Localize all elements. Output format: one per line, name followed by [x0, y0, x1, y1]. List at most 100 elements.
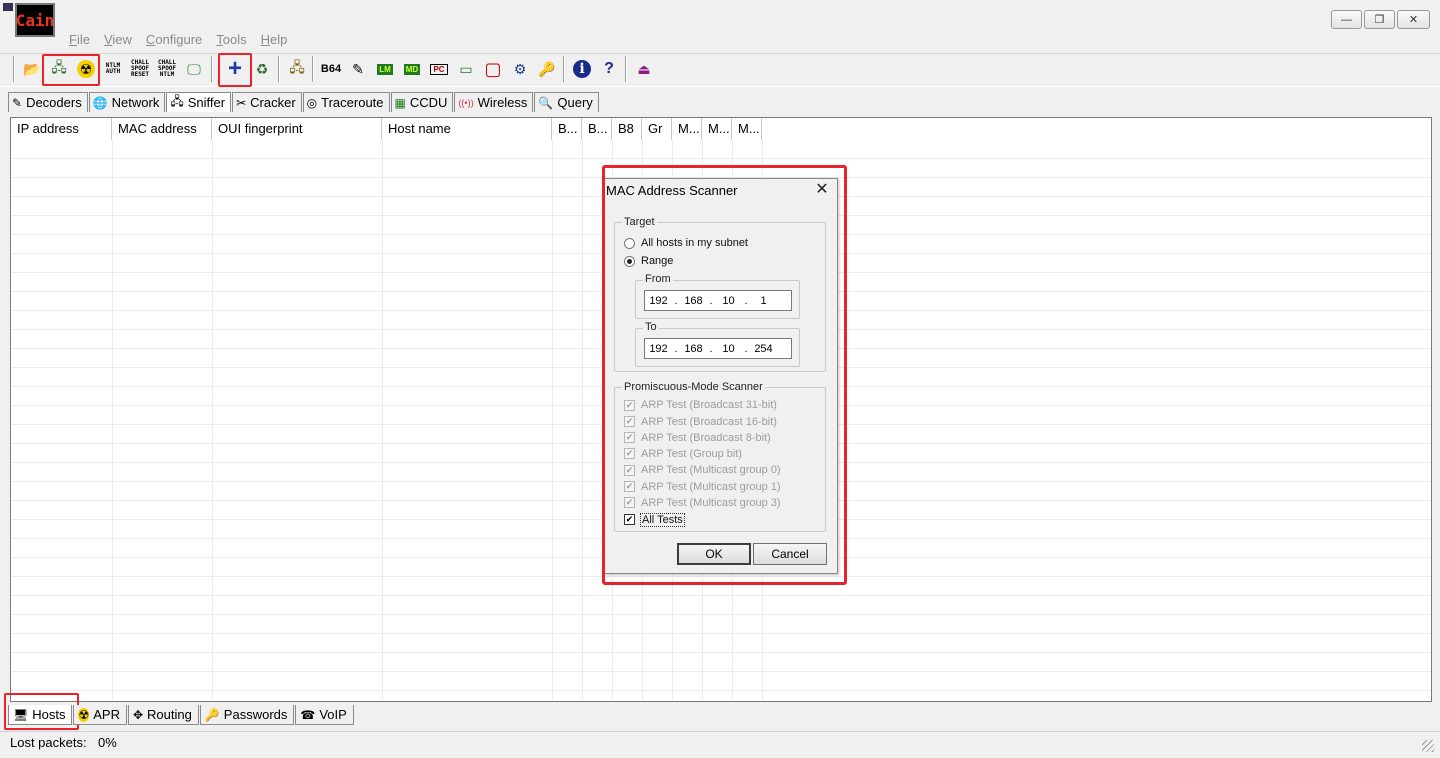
tab-voip[interactable]: ☎ VoIP [295, 705, 354, 725]
to-ip-field[interactable]: 192. 168. 10. 254 [644, 338, 792, 359]
checkbox-broadcast-16[interactable]: ✔ [624, 416, 635, 427]
column-m3[interactable]: M... [732, 118, 762, 140]
checkbox-multicast-1[interactable]: ✔ [624, 481, 635, 492]
radio-all-hosts[interactable] [624, 238, 635, 249]
column-host-name[interactable]: Host name [382, 118, 552, 140]
key-button[interactable]: 🔑 [534, 56, 560, 82]
checkbox-multicast-3[interactable]: ✔ [624, 497, 635, 508]
key-icon: 🔑 [538, 60, 556, 77]
column-b16[interactable]: B... [582, 118, 612, 140]
minimize-button[interactable]: — [1331, 10, 1362, 29]
remove-button[interactable]: ♻ [249, 56, 275, 82]
checkbox-multicast-0[interactable]: ✔ [624, 465, 635, 476]
tab-apr[interactable]: ☢ APR [73, 705, 127, 725]
menu-help[interactable]: Help [254, 32, 295, 50]
all-hosts-label[interactable]: All hosts in my subnet [641, 237, 748, 249]
close-button[interactable]: ✕ [1397, 10, 1430, 29]
ip-octet[interactable]: 168 [680, 295, 707, 307]
grid-line [582, 140, 583, 701]
restore-icon: ❐ [1374, 14, 1385, 26]
cancel-button[interactable]: Cancel [753, 543, 827, 565]
column-gr[interactable]: Gr [642, 118, 672, 140]
column-m0[interactable]: M... [672, 118, 702, 140]
exit-button[interactable]: ⏏ [631, 56, 657, 82]
md-hash-button[interactable]: MD [399, 56, 425, 82]
folder-icon: 📂 [23, 60, 41, 77]
tab-passwords[interactable]: 🔑 Passwords [199, 705, 295, 725]
restore-button[interactable]: ❐ [1364, 10, 1395, 29]
grid-line [112, 140, 113, 701]
from-label: From [643, 273, 673, 285]
tool-blue-button[interactable]: ▢ [480, 56, 506, 82]
certificate-icon: 🖧 [289, 59, 305, 75]
tab-wireless[interactable]: ((•)) Wireless [454, 92, 534, 112]
toolbar-separator [13, 56, 15, 82]
base64-button[interactable]: B64 [318, 56, 344, 82]
checkbox-broadcast-31[interactable]: ✔ [624, 400, 635, 411]
tab-network[interactable]: 🌐 Network [88, 92, 166, 112]
tab-traceroute[interactable]: ◎ Traceroute [302, 92, 390, 112]
toolbar-separator [278, 56, 280, 82]
dialog-close-button[interactable]: ✕ [813, 181, 831, 199]
column-oui-fingerprint[interactable]: OUI fingerprint [212, 118, 382, 140]
column-ip-address[interactable]: IP address [11, 118, 112, 140]
start-sniffer-button[interactable]: 🖧 [46, 56, 72, 82]
checkbox-group-bit[interactable]: ✔ [624, 448, 635, 459]
sniffer-icon: 🖧 [170, 94, 184, 108]
menu-bar: File View Configure Tools Help [62, 32, 294, 50]
menu-tools[interactable]: Tools [209, 32, 253, 50]
column-m1[interactable]: M... [702, 118, 732, 140]
all-tests-label[interactable]: All Tests [640, 513, 685, 527]
monitor-button[interactable]: 🖵 [181, 56, 207, 82]
lm-hash-button[interactable]: LM [372, 56, 398, 82]
toolbar [0, 53, 1440, 87]
start-apr-button[interactable]: ☢ [73, 56, 99, 82]
ip-octet[interactable]: 192 [645, 343, 672, 355]
menu-file[interactable]: File [62, 32, 97, 50]
recycle-icon: ♻ [255, 60, 269, 77]
ntlm-auth-button[interactable]: NTLM AUTH [100, 56, 126, 82]
tab-query[interactable]: 🔍 Query [534, 92, 599, 112]
checkbox-all-tests[interactable]: ✔ [624, 514, 635, 525]
chall-spoof-ntlm-button[interactable]: CHALL SPOOF NTLM [154, 56, 180, 82]
decode-button[interactable]: ✎ [345, 56, 371, 82]
column-mac-address[interactable]: MAC address [112, 118, 212, 140]
tool-green-button[interactable]: ▭ [453, 56, 479, 82]
key-icon: 🔑 [204, 707, 220, 722]
help-button[interactable]: ? [596, 56, 622, 82]
ok-button[interactable]: OK [677, 543, 751, 565]
ip-octet[interactable]: 254 [750, 343, 777, 355]
tab-decoders[interactable]: ✎ Decoders [8, 92, 88, 112]
certificate-button[interactable]: 🖧 [284, 56, 310, 82]
routing-icon: ✥ [132, 707, 144, 722]
pc-button[interactable]: PC [426, 56, 452, 82]
chall-spoof-reset-button[interactable]: CHALL SPOOF RESET [127, 56, 153, 82]
ip-octet[interactable]: 168 [680, 343, 707, 355]
tab-hosts[interactable]: 🖥 Hosts [8, 705, 73, 725]
menu-configure[interactable]: Configure [139, 32, 209, 50]
ip-octet[interactable]: 10 [715, 343, 742, 355]
toolbar-separator [312, 56, 314, 82]
lm-icon: LM [377, 63, 393, 75]
menu-view[interactable]: View [97, 32, 139, 50]
from-ip-field[interactable]: 192. 168. 10. 1 [644, 290, 792, 311]
gear-icon: ⚙ [513, 60, 527, 77]
tool-gear-button[interactable]: ⚙ [507, 56, 533, 82]
radio-range[interactable] [624, 256, 635, 267]
range-label[interactable]: Range [641, 255, 673, 267]
tab-cracker[interactable]: ✂ Cracker [232, 92, 302, 112]
column-b8[interactable]: B8 [612, 118, 642, 140]
system-menu-icon[interactable] [3, 3, 13, 11]
tab-routing[interactable]: ✥ Routing [127, 705, 199, 725]
resize-grip[interactable] [1422, 740, 1434, 752]
ip-octet[interactable]: 10 [715, 295, 742, 307]
checkbox-broadcast-8[interactable]: ✔ [624, 432, 635, 443]
add-to-list-button[interactable]: + [222, 55, 248, 82]
column-b31[interactable]: B... [552, 118, 582, 140]
tab-ccdu[interactable]: ▦ CCDU [390, 92, 454, 112]
ip-octet[interactable]: 1 [750, 295, 777, 307]
about-button[interactable]: i [569, 56, 595, 82]
ip-octet[interactable]: 192 [645, 295, 672, 307]
bottom-tab-strip: 🖥 Hosts ☢ APR ✥ Routing 🔑 Passwords ☎ VoIP [8, 705, 355, 725]
tab-sniffer[interactable]: 🖧 Sniffer [166, 92, 232, 112]
